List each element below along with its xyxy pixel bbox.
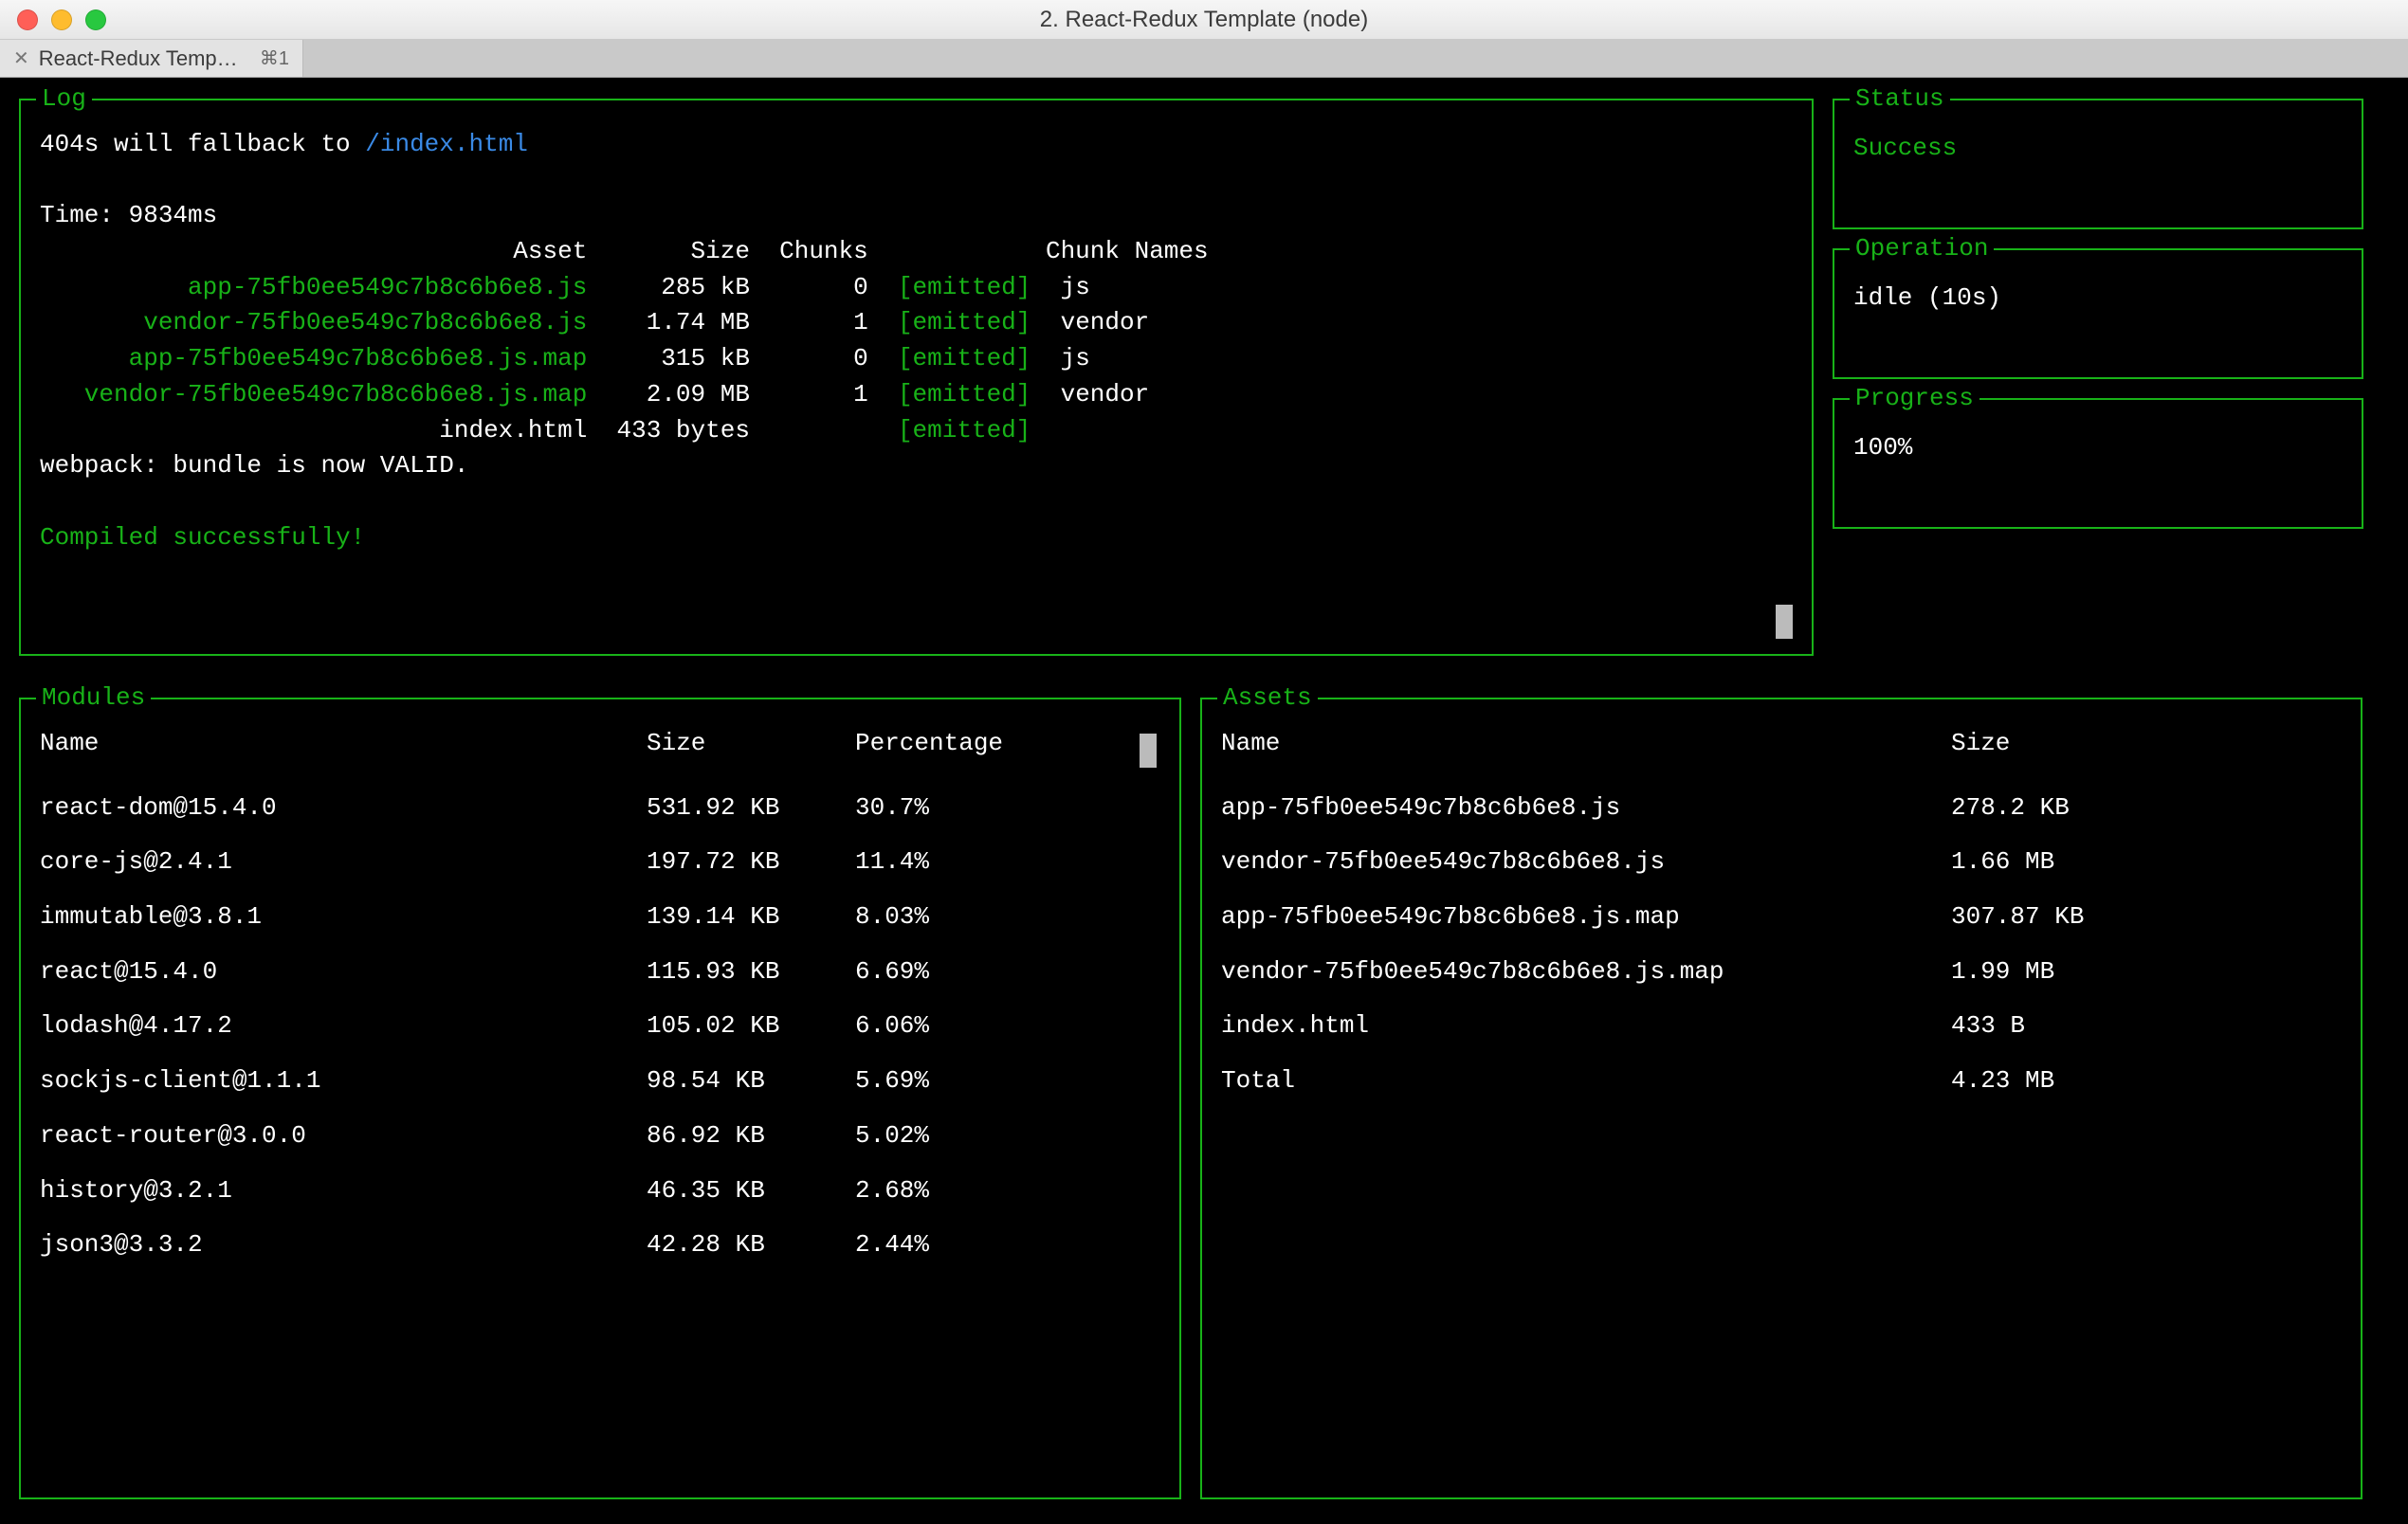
operation-panel-title: Operation	[1850, 231, 1994, 267]
operation-panel: Operation idle (10s)	[1833, 248, 2363, 379]
module-pct: 30.7%	[855, 790, 1160, 826]
module-size: 531.92 KB	[647, 790, 855, 826]
asset-size: 278.2 KB	[1951, 790, 2342, 826]
log-output: 404s will fallback to /index.html Time: …	[40, 127, 1793, 555]
table-row: app-75fb0ee549c7b8c6b6e8.js278.2 KB	[1221, 781, 2342, 836]
assets-panel: Assets Name Size app-75fb0ee549c7b8c6b6e…	[1200, 698, 2362, 1499]
module-name: immutable@3.8.1	[40, 899, 647, 935]
progress-panel-title: Progress	[1850, 381, 1979, 417]
tab-shortcut: ⌘1	[260, 46, 289, 70]
status-panel: Status Success	[1833, 99, 2363, 229]
module-size: 105.02 KB	[647, 1008, 855, 1044]
module-size: 46.35 KB	[647, 1173, 855, 1209]
table-row: json3@3.3.242.28 KB2.44%	[40, 1218, 1160, 1273]
asset-size: 1.99 MB	[1951, 954, 2342, 990]
table-row: immutable@3.8.1139.14 KB8.03%	[40, 890, 1160, 945]
assets-header-name: Name	[1221, 726, 1951, 762]
asset-size: 1.66 MB	[1951, 844, 2342, 880]
module-name: react@15.4.0	[40, 954, 647, 990]
operation-value: idle (10s)	[1853, 277, 2343, 317]
asset-name: vendor-75fb0ee549c7b8c6b6e8.js	[1221, 844, 1951, 880]
module-size: 139.14 KB	[647, 899, 855, 935]
module-name: react-router@3.0.0	[40, 1118, 647, 1154]
module-pct: 2.44%	[855, 1227, 1160, 1263]
modules-header-size: Size	[647, 726, 855, 762]
table-row: history@3.2.146.35 KB2.68%	[40, 1164, 1160, 1219]
window-titlebar: 2. React-Redux Template (node)	[0, 0, 2408, 40]
module-name: json3@3.3.2	[40, 1227, 647, 1263]
assets-header-row: Name Size	[1221, 726, 2342, 781]
tab-label: React-Redux Temp…	[39, 46, 238, 71]
asset-size: 4.23 MB	[1951, 1063, 2342, 1099]
module-name: react-dom@15.4.0	[40, 790, 647, 826]
modules-panel: Modules Name Size Percentage react-dom@1…	[19, 698, 1181, 1499]
assets-panel-title: Assets	[1217, 680, 1318, 717]
asset-size: 307.87 KB	[1951, 899, 2342, 935]
scrollbar-thumb-icon[interactable]	[1140, 734, 1157, 768]
module-name: lodash@4.17.2	[40, 1008, 647, 1044]
module-name: sockjs-client@1.1.1	[40, 1063, 647, 1099]
module-pct: 8.03%	[855, 899, 1160, 935]
tab-strip: ✕ React-Redux Temp… ⌘1	[0, 40, 2408, 78]
status-panel-title: Status	[1850, 82, 1950, 118]
table-row: lodash@4.17.2105.02 KB6.06%	[40, 999, 1160, 1054]
module-pct: 6.69%	[855, 954, 1160, 990]
table-row: core-js@2.4.1197.72 KB11.4%	[40, 835, 1160, 890]
module-size: 42.28 KB	[647, 1227, 855, 1263]
table-row: react-dom@15.4.0531.92 KB30.7%	[40, 781, 1160, 836]
module-size: 115.93 KB	[647, 954, 855, 990]
asset-name: index.html	[1221, 1008, 1951, 1044]
module-pct: 6.06%	[855, 1008, 1160, 1044]
module-pct: 2.68%	[855, 1173, 1160, 1209]
module-size: 197.72 KB	[647, 844, 855, 880]
progress-value: 100%	[1853, 426, 2343, 466]
progress-panel: Progress 100%	[1833, 398, 2363, 529]
log-panel: Log 404s will fallback to /index.html Ti…	[19, 99, 1814, 656]
modules-header-row: Name Size Percentage	[40, 726, 1160, 781]
module-size: 86.92 KB	[647, 1118, 855, 1154]
module-pct: 11.4%	[855, 844, 1160, 880]
terminal-cursor-icon	[1776, 605, 1793, 639]
module-name: core-js@2.4.1	[40, 844, 647, 880]
tab-active[interactable]: ✕ React-Redux Temp… ⌘1	[0, 40, 303, 77]
table-row: sockjs-client@1.1.198.54 KB5.69%	[40, 1054, 1160, 1109]
table-row: Total4.23 MB	[1221, 1054, 2342, 1109]
asset-name: app-75fb0ee549c7b8c6b6e8.js	[1221, 790, 1951, 826]
table-row: react@15.4.0115.93 KB6.69%	[40, 945, 1160, 1000]
asset-name: vendor-75fb0ee549c7b8c6b6e8.js.map	[1221, 954, 1951, 990]
table-row: vendor-75fb0ee549c7b8c6b6e8.js1.66 MB	[1221, 835, 2342, 890]
table-row: index.html433 B	[1221, 999, 2342, 1054]
module-pct: 5.69%	[855, 1063, 1160, 1099]
log-panel-title: Log	[36, 82, 92, 118]
modules-header-pct: Percentage	[855, 726, 1160, 762]
modules-panel-title: Modules	[36, 680, 151, 717]
table-row: react-router@3.0.086.92 KB5.02%	[40, 1109, 1160, 1164]
module-pct: 5.02%	[855, 1118, 1160, 1154]
status-value: Success	[1853, 127, 2343, 167]
table-row: app-75fb0ee549c7b8c6b6e8.js.map307.87 KB	[1221, 890, 2342, 945]
assets-header-size: Size	[1951, 726, 2342, 762]
module-name: history@3.2.1	[40, 1173, 647, 1209]
modules-header-name: Name	[40, 726, 647, 762]
asset-name: Total	[1221, 1063, 1951, 1099]
terminal-area[interactable]: Log 404s will fallback to /index.html Ti…	[0, 78, 2408, 1524]
module-size: 98.54 KB	[647, 1063, 855, 1099]
asset-size: 433 B	[1951, 1008, 2342, 1044]
close-tab-icon[interactable]: ✕	[13, 49, 29, 68]
asset-name: app-75fb0ee549c7b8c6b6e8.js.map	[1221, 899, 1951, 935]
window-title: 2. React-Redux Template (node)	[0, 7, 2408, 33]
table-row: vendor-75fb0ee549c7b8c6b6e8.js.map1.99 M…	[1221, 945, 2342, 1000]
